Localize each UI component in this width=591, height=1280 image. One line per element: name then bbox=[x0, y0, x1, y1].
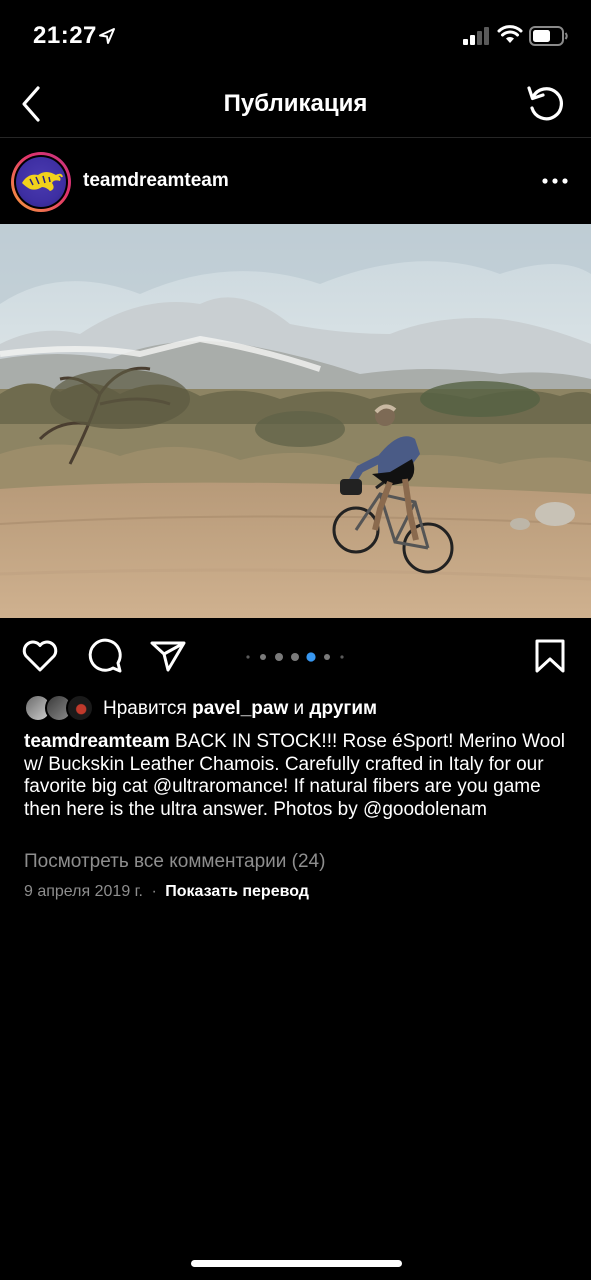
post-meta: 9 апреля 2019 г. · Показать перевод bbox=[24, 883, 309, 901]
battery-icon bbox=[529, 26, 568, 46]
like-heart-icon[interactable] bbox=[20, 636, 60, 676]
author-username[interactable]: teamdreamteam bbox=[83, 170, 229, 192]
show-translation-link[interactable]: Показать перевод bbox=[165, 883, 309, 900]
refresh-icon[interactable] bbox=[524, 82, 568, 126]
comment-icon[interactable] bbox=[85, 636, 125, 676]
save-bookmark-icon[interactable] bbox=[530, 636, 570, 676]
caption-author[interactable]: teamdreamteam bbox=[24, 731, 170, 752]
post-date: 9 апреля 2019 г. bbox=[24, 883, 143, 900]
post-photo[interactable] bbox=[0, 224, 591, 618]
home-indicator[interactable] bbox=[191, 1260, 402, 1267]
likes-row[interactable]: Нравится pavel_paw и другим bbox=[0, 694, 591, 726]
top-navigation: Публикация bbox=[0, 72, 591, 138]
likes-conjunction: и bbox=[293, 698, 305, 719]
wifi-icon bbox=[497, 25, 523, 43]
carousel-indicator bbox=[246, 652, 344, 662]
likes-prefix: Нравится bbox=[103, 698, 187, 719]
liker-username[interactable]: pavel_paw bbox=[192, 698, 288, 719]
likes-others[interactable]: другим bbox=[309, 698, 377, 719]
status-bar: 21:27 bbox=[0, 0, 591, 72]
view-all-comments-link[interactable]: Посмотреть все комментарии (24) bbox=[24, 851, 325, 873]
more-options-icon[interactable] bbox=[538, 171, 572, 191]
liker-avatar bbox=[66, 694, 94, 722]
post-actions bbox=[0, 618, 591, 694]
post-header: teamdreamteam bbox=[0, 139, 591, 223]
status-time: 21:27 bbox=[33, 22, 97, 49]
share-send-icon[interactable] bbox=[148, 636, 188, 676]
post-caption: teamdreamteam BACK IN STOCK!!! Rose éSpo… bbox=[24, 731, 574, 821]
separator: · bbox=[151, 883, 157, 900]
location-arrow-icon bbox=[99, 28, 115, 44]
cyclist-desert-photo bbox=[0, 224, 591, 618]
page-title: Публикация bbox=[223, 90, 368, 117]
author-avatar[interactable] bbox=[11, 152, 71, 212]
likes-text: Нравится pavel_paw и другим bbox=[103, 698, 377, 720]
cellular-signal-icon bbox=[463, 27, 489, 45]
tiger-logo-icon bbox=[22, 172, 63, 191]
